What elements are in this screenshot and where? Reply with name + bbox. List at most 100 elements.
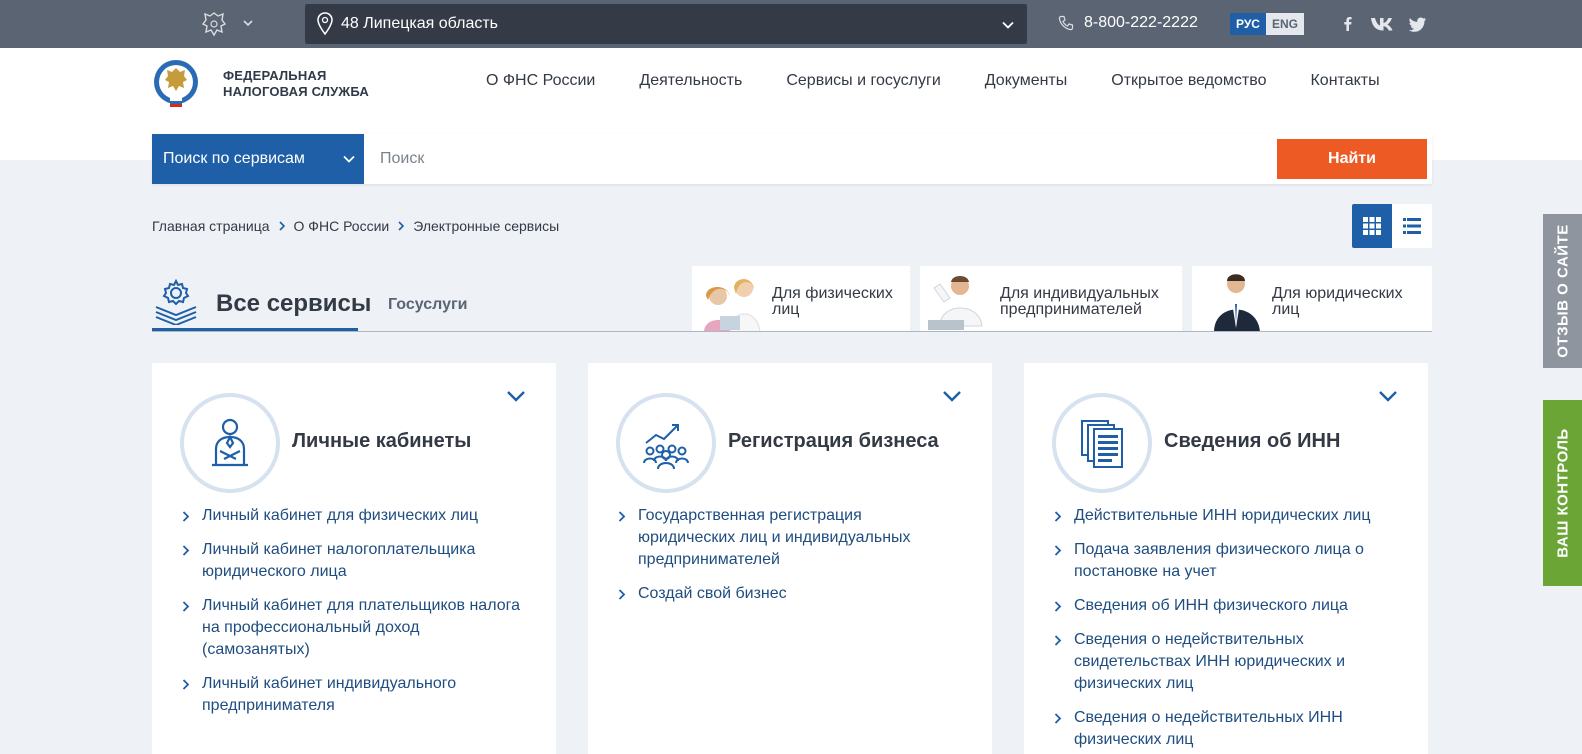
card-link-list: Государственная регистрация юридических … (618, 505, 958, 617)
chevron-down-icon[interactable] (242, 17, 254, 29)
nav-item-services[interactable]: Сервисы и госуслуги (786, 72, 940, 90)
audience-legal-entities-line1: Для юридических (1272, 285, 1403, 302)
search-scope-label: Поиск по сервисам (163, 150, 305, 167)
tab-all-services[interactable]: Все сервисы (152, 270, 371, 332)
person-icon (212, 418, 248, 467)
list-icon (1403, 218, 1421, 234)
chevron-down-icon[interactable] (1378, 389, 1398, 403)
card-title: Личные кабинеты (292, 430, 472, 452)
twitter-icon[interactable] (1408, 14, 1428, 34)
card-title: Регистрация бизнеса (728, 430, 939, 452)
card-personal-accounts: Личные кабинеты Личный кабинет для физич… (152, 363, 556, 754)
business-growth-icon (643, 424, 689, 470)
card-link-text: Создай свой бизнес (638, 585, 787, 602)
chevron-right-icon (618, 589, 626, 600)
search-scope-select[interactable]: Поиск по сервисам (152, 134, 364, 184)
tabs-divider (152, 331, 1432, 332)
audience-individuals[interactable]: Для физических лиц (692, 266, 910, 332)
audience-individuals-line2: лиц (772, 301, 800, 318)
card-inn-info: Сведения об ИНН Действительные ИНН юриди… (1024, 363, 1428, 754)
control-side-tab[interactable]: ВАШ КОНТРОЛЬ (1543, 400, 1582, 586)
card-icon-circle (616, 393, 716, 493)
search-button[interactable]: Найти (1277, 139, 1427, 179)
audience-entrepreneurs-label: Для индивидуальных предпринимателей (992, 266, 1159, 332)
breadcrumb-about[interactable]: О ФНС России (294, 218, 390, 234)
nav-item-contacts[interactable]: Контакты (1310, 72, 1379, 90)
logo-line-2: НАЛОГОВАЯ СЛУЖБА (223, 84, 370, 99)
card-link-text: Личный кабинет для физических лиц (202, 507, 479, 524)
grid-view-button[interactable] (1352, 204, 1392, 248)
audience-legal-entities-line2: лиц (1272, 301, 1300, 318)
tab-gosuslugi[interactable]: Госуслуги (388, 296, 467, 314)
vk-icon[interactable] (1370, 14, 1396, 34)
feedback-side-tab-label: ОТЗЫВ О САЙТЕ (1554, 224, 1571, 358)
card-link-text: Личный кабинет налогоплательщика юридиче… (202, 541, 476, 580)
card-title: Сведения об ИНН (1164, 430, 1341, 452)
entrepreneurs-photo (920, 266, 992, 332)
card-link[interactable]: Государственная регистрация юридических … (618, 505, 958, 571)
chevron-right-icon (1054, 511, 1062, 522)
russian-emblem-icon[interactable] (200, 10, 228, 38)
card-link[interactable]: Сведения об ИНН физического лица (1054, 595, 1394, 617)
card-link-text: Сведения о недействительных ИНН физическ… (1074, 709, 1343, 748)
nav-item-about[interactable]: О ФНС России (486, 72, 595, 90)
breadcrumb: Главная страница О ФНС России Электронны… (152, 218, 559, 234)
chevron-down-icon[interactable] (942, 389, 962, 403)
card-link[interactable]: Создай свой бизнес (618, 583, 958, 605)
chevron-right-icon (398, 221, 405, 231)
nav-item-activity[interactable]: Деятельность (639, 72, 742, 90)
location-pin-icon (317, 12, 333, 36)
chevron-right-icon (278, 221, 285, 231)
fns-logo-icon[interactable] (152, 58, 200, 110)
audience-individuals-label: Для физических лиц (764, 266, 893, 332)
chevron-down-icon (1002, 21, 1014, 29)
services-gear-icon (155, 278, 197, 325)
card-link[interactable]: Личный кабинет для физических лиц (182, 505, 522, 527)
nav-item-open-office[interactable]: Открытое ведомство (1111, 72, 1266, 90)
card-link[interactable]: Сведения о недействительных ИНН физическ… (1054, 707, 1394, 751)
documents-icon (1081, 420, 1123, 468)
lang-ru-button[interactable]: РУС (1230, 13, 1266, 35)
card-link-text: Действительные ИНН юридических лиц (1074, 507, 1371, 524)
hotline-phone[interactable]: 8-800-222-2222 (1058, 14, 1198, 32)
control-side-tab-label: ВАШ КОНТРОЛЬ (1554, 428, 1571, 558)
region-label: 48 Липецкая область (341, 15, 499, 32)
phone-number: 8-800-222-2222 (1084, 14, 1198, 31)
card-link[interactable]: Личный кабинет налогоплательщика юридиче… (182, 539, 522, 583)
audience-entrepreneurs[interactable]: Для индивидуальных предпринимателей (920, 266, 1182, 332)
chevron-right-icon (1054, 635, 1062, 646)
card-link[interactable]: Личный кабинет для плательщиков налога н… (182, 595, 522, 661)
card-link[interactable]: Подача заявления физического лица о пост… (1054, 539, 1394, 583)
audience-legal-entities[interactable]: Для юридических лиц (1192, 266, 1432, 332)
list-view-button[interactable] (1392, 204, 1432, 248)
nav-item-documents[interactable]: Документы (985, 72, 1067, 90)
search-input[interactable] (364, 134, 1264, 184)
chevron-right-icon (1054, 713, 1062, 724)
main-nav: О ФНС России Деятельность Сервисы и госу… (486, 72, 1424, 90)
breadcrumb-current: Электронные сервисы (413, 218, 560, 234)
card-link-list: Действительные ИНН юридических лиц Подач… (1054, 505, 1394, 754)
card-icon-circle (1052, 393, 1152, 493)
card-link-text: Сведения о недействительных свидетельств… (1074, 631, 1346, 692)
chevron-right-icon (1054, 545, 1062, 556)
card-link[interactable]: Личный кабинет индивидуального предприни… (182, 673, 522, 717)
language-switcher: РУС ENG (1230, 13, 1304, 35)
logo-title[interactable]: ФЕДЕРАЛЬНАЯ НАЛОГОВАЯ СЛУЖБА (223, 68, 369, 100)
region-selector[interactable]: 48 Липецкая область (305, 4, 1027, 44)
phone-icon (1058, 15, 1074, 31)
search-bar: Поиск по сервисам Найти (152, 134, 1432, 184)
card-link[interactable]: Сведения о недействительных свидетельств… (1054, 629, 1394, 695)
chevron-right-icon (182, 545, 190, 556)
card-icon-circle (180, 393, 280, 493)
card-link-text: Подача заявления физического лица о пост… (1074, 541, 1364, 580)
feedback-side-tab[interactable]: ОТЗЫВ О САЙТЕ (1543, 214, 1582, 368)
facebook-icon[interactable] (1338, 14, 1358, 34)
chevron-right-icon (618, 511, 626, 522)
lang-en-button[interactable]: ENG (1265, 13, 1304, 35)
chevron-down-icon[interactable] (506, 389, 526, 403)
chevron-right-icon (182, 601, 190, 612)
card-link[interactable]: Действительные ИНН юридических лиц (1054, 505, 1394, 527)
breadcrumb-home[interactable]: Главная страница (152, 218, 270, 234)
tab-all-label: Все сервисы (216, 290, 372, 317)
logo-line-1: ФЕДЕРАЛЬНАЯ (223, 68, 327, 83)
